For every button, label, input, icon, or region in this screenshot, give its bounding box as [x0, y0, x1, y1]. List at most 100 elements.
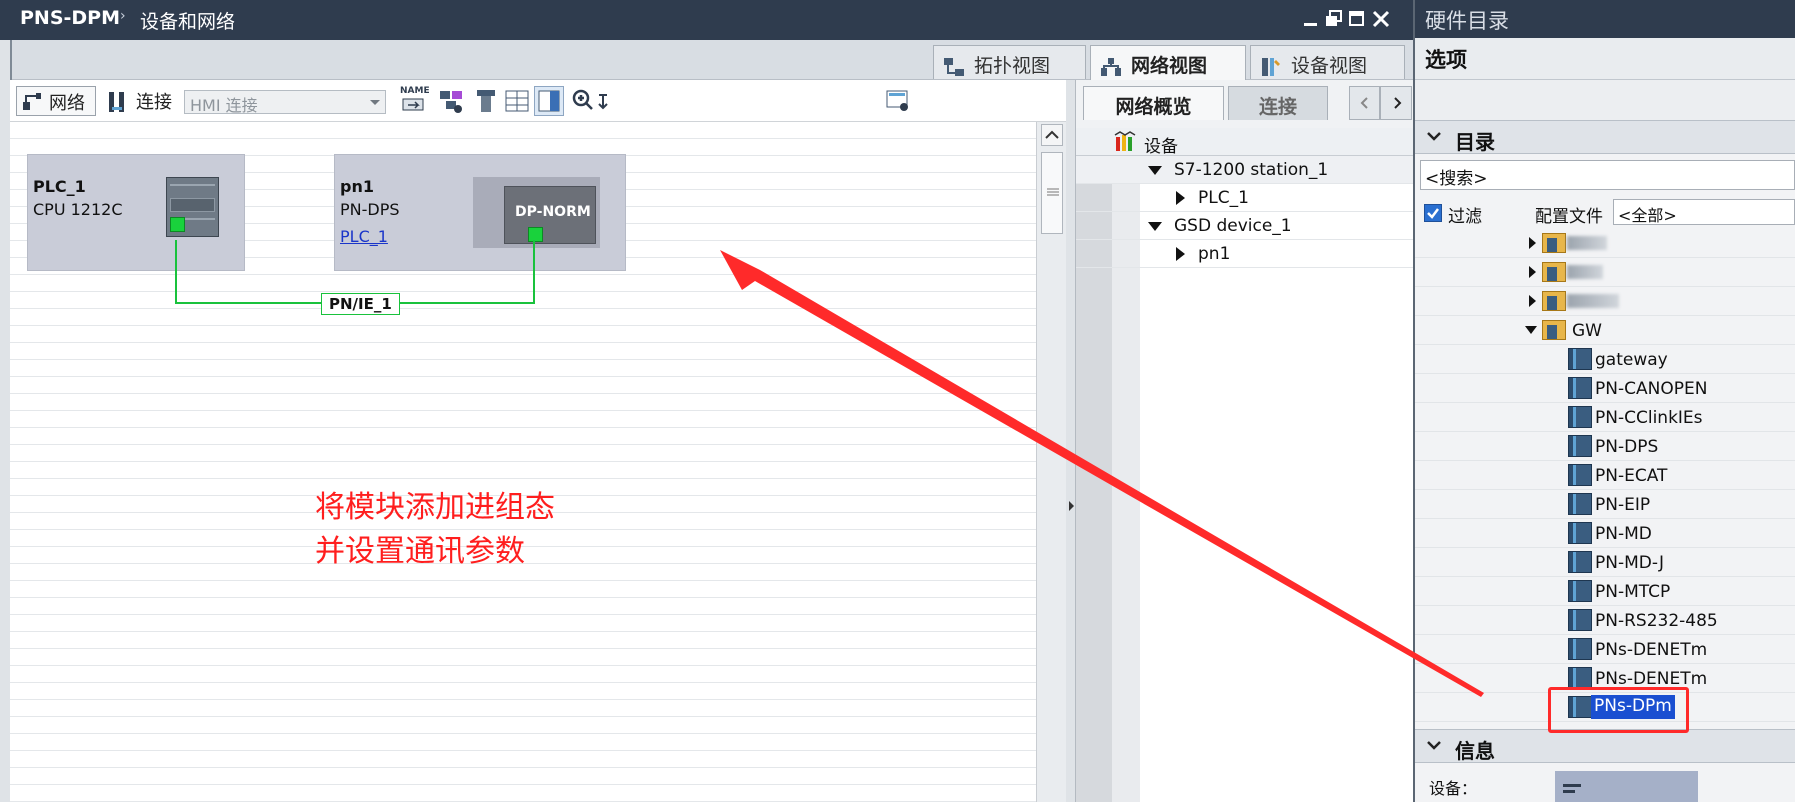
panel-splitter[interactable] [1066, 80, 1076, 802]
zoom-dropdown-icon[interactable] [596, 86, 610, 116]
canvas-vertical-scrollbar[interactable] [1036, 122, 1066, 802]
module-icon [1568, 667, 1592, 689]
section-info-header[interactable]: 信息 [1415, 729, 1795, 763]
connect-mode-button[interactable]: 连接 [106, 86, 178, 116]
breadcrumb-devices-networks: 设备和网络 [140, 11, 236, 33]
connection-type-select[interactable]: HMI 连接 [184, 90, 386, 115]
minimize-icon[interactable] [1300, 8, 1322, 30]
profile-label: 配置文件 [1535, 207, 1603, 227]
folder-icon [1542, 320, 1566, 340]
catalog-item[interactable]: gateway [1415, 345, 1795, 374]
tia-portal-window: PNS-DPM › 设备和网络 拓扑视图 网络视图 设备视图 网络 连接 HMI [0, 0, 1795, 802]
catalog-item[interactable]: PN-DPS [1415, 432, 1795, 461]
properties-icon[interactable] [474, 86, 498, 116]
catalog-folder[interactable] [1415, 229, 1795, 258]
tab-network-overview[interactable]: 网络概览 [1083, 86, 1224, 120]
expand-icon[interactable] [1148, 166, 1162, 175]
maximize-icon[interactable] [1346, 8, 1368, 30]
editor-title-bar: PNS-DPM › 设备和网络 [0, 0, 1413, 40]
chevron-right-icon [1394, 97, 1402, 109]
module-icon [1568, 493, 1592, 515]
module-icon [1568, 435, 1592, 457]
catalog-search-input[interactable]: <搜索> [1420, 160, 1795, 190]
module-icon [1568, 377, 1592, 399]
show-address-icon[interactable] [438, 86, 464, 116]
column-header-devices: 设备 [1144, 137, 1178, 157]
tab-device-view[interactable]: 设备视图 [1250, 45, 1405, 79]
info-device-preview [1555, 771, 1698, 802]
expand-icon[interactable] [1176, 247, 1185, 261]
highlight-box [1548, 687, 1689, 733]
split-view-button[interactable] [534, 86, 564, 116]
table-header: 设备 [1076, 128, 1413, 157]
network-mode-button[interactable]: 网络 [16, 86, 96, 116]
tab-scroll-right-button[interactable] [1380, 86, 1412, 120]
network-icon [1101, 57, 1121, 76]
grid-icon[interactable] [504, 86, 530, 116]
expand-icon[interactable] [1529, 266, 1536, 278]
catalog-item[interactable]: PN-MD-J [1415, 548, 1795, 577]
collapse-icon[interactable] [1525, 326, 1537, 334]
network-canvas[interactable]: PLC_1 CPU 1212C pn1 PN-DPS PLC_1 DP-NORM [10, 122, 1036, 802]
hardware-catalog-panel: 硬件目录 选项 目录 <搜索> 过滤 配置文件 <全部> GW gateway … [1413, 0, 1795, 802]
catalog-item[interactable]: PN-CClinkIEs [1415, 403, 1795, 432]
network-toolbar: 网络 连接 HMI 连接 NAME [10, 80, 1066, 122]
collapse-right-icon[interactable] [1067, 500, 1075, 512]
network-mode-icon [23, 93, 41, 110]
list-item[interactable]: PLC_1 [1076, 184, 1413, 212]
device-view-icon [1262, 57, 1280, 76]
chevron-down-icon [370, 100, 380, 105]
expand-icon[interactable] [1176, 191, 1185, 205]
collapse-left-icon[interactable] [1067, 452, 1075, 464]
tab-network-view[interactable]: 网络视图 [1090, 45, 1246, 80]
connect-icon [109, 92, 124, 112]
section-catalog-header[interactable]: 目录 [1415, 120, 1795, 154]
topology-icon [944, 57, 964, 76]
filter-checkbox[interactable] [1424, 204, 1442, 222]
catalog-item[interactable]: PN-MTCP [1415, 577, 1795, 606]
project-name: PNS-DPM [20, 7, 121, 29]
tab-topology-view[interactable]: 拓扑视图 [933, 45, 1086, 79]
catalog-folder-gw[interactable]: GW [1415, 316, 1795, 345]
catalog-item[interactable]: PN-EIP [1415, 490, 1795, 519]
chevron-down-icon [1427, 741, 1441, 750]
zoom-in-icon[interactable] [572, 86, 594, 116]
catalog-item[interactable]: PN-CANOPEN [1415, 374, 1795, 403]
device-tools-icon [1114, 131, 1136, 151]
expand-icon[interactable] [1529, 295, 1536, 307]
catalog-folder[interactable] [1415, 287, 1795, 316]
module-icon [1568, 580, 1592, 602]
overview-panel-icon[interactable] [885, 86, 911, 116]
scroll-thumb[interactable] [1041, 152, 1063, 234]
expand-icon[interactable] [1148, 222, 1162, 231]
tab-scroll-left-button[interactable] [1349, 86, 1380, 120]
catalog-item[interactable]: PN-MD [1415, 519, 1795, 548]
name-display-button[interactable]: NAME [400, 86, 430, 116]
network-overview-table: 设备 S7-1200 station_1 PLC_1 GSD device_1 … [1076, 128, 1413, 802]
grip-icon [1047, 188, 1059, 196]
list-item[interactable]: pn1 [1076, 240, 1413, 268]
restore-icon[interactable] [1323, 8, 1345, 30]
scroll-up-button[interactable] [1041, 124, 1063, 146]
module-icon [1568, 348, 1592, 370]
module-icon [1568, 609, 1592, 631]
module-icon [1568, 464, 1592, 486]
catalog-item[interactable]: PN-ECAT [1415, 461, 1795, 490]
list-item[interactable]: S7-1200 station_1 [1076, 156, 1413, 184]
catalog-item[interactable]: PN-RS232-485 [1415, 606, 1795, 635]
network-connection-lines [175, 240, 535, 304]
expand-icon[interactable] [1529, 237, 1536, 249]
list-item[interactable]: GSD device_1 [1076, 212, 1413, 240]
catalog-options[interactable]: 选项 [1415, 38, 1795, 80]
catalog-item[interactable]: PNs-DENETm [1415, 635, 1795, 664]
folder-icon [1542, 291, 1566, 311]
module-icon [1568, 551, 1592, 573]
chevron-down-icon [1427, 132, 1441, 141]
profile-select[interactable]: <全部> [1613, 199, 1795, 225]
close-icon[interactable] [1370, 8, 1392, 30]
annotation-line-1: 将模块添加进组态 [315, 490, 555, 525]
catalog-folder[interactable] [1415, 258, 1795, 287]
breadcrumb-separator: › [120, 8, 126, 24]
tab-connections[interactable]: 连接 [1228, 86, 1328, 120]
network-label-pn-ie-1[interactable]: PN/IE_1 [321, 293, 400, 315]
